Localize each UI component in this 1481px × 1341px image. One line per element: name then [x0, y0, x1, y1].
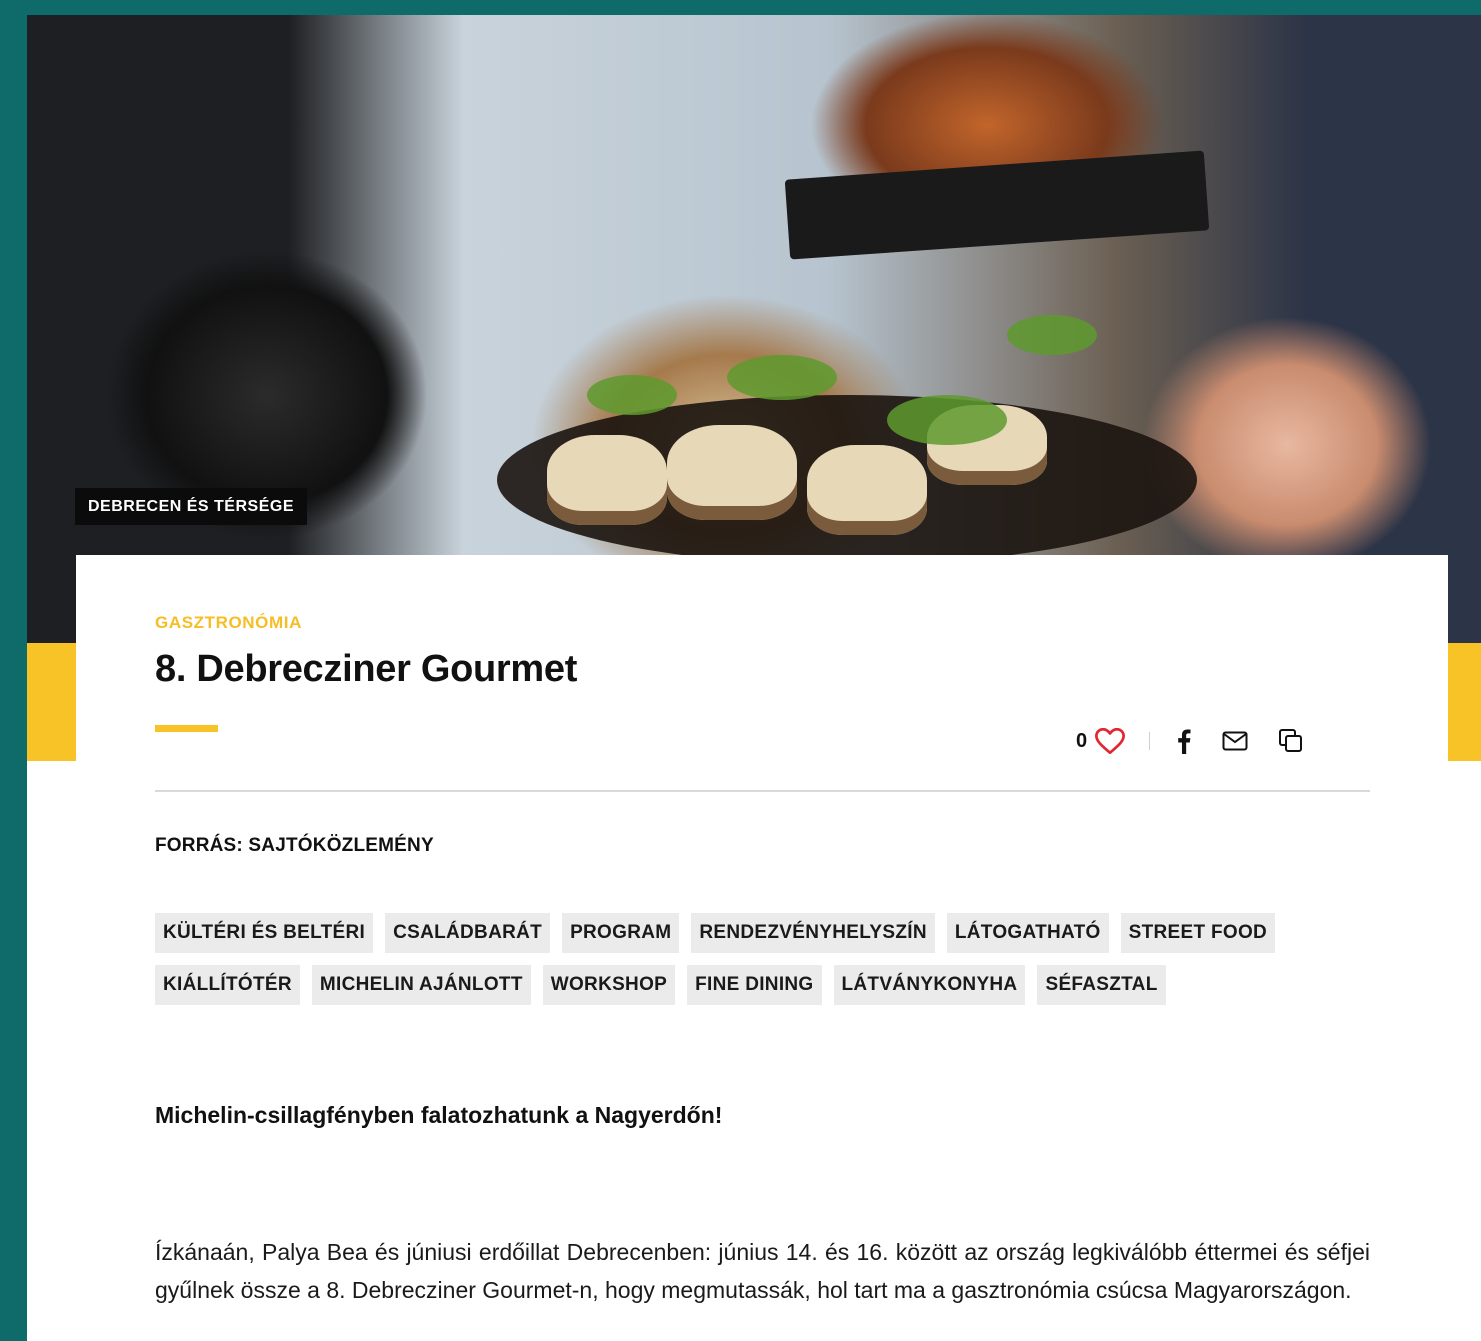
- action-separator: [1149, 732, 1151, 750]
- article-lead: Michelin-csillagfényben falatozhatunk a …: [155, 1102, 723, 1128]
- greens-shape: [1007, 315, 1097, 355]
- title-underline: [155, 725, 218, 732]
- tag-chip[interactable]: STREET FOOD: [1120, 913, 1276, 953]
- tag-chip[interactable]: LÁTVÁNYKONYHA: [833, 965, 1026, 1005]
- food-roll-shape: [667, 425, 797, 520]
- tag-chip[interactable]: CSALÁDBARÁT: [385, 913, 551, 953]
- greens-shape: [587, 375, 677, 415]
- tag-chip[interactable]: SÉFASZTAL: [1037, 965, 1166, 1005]
- serving-tray-shape: [784, 150, 1210, 260]
- page-title: 8. Debrecziner Gourmet: [155, 648, 578, 690]
- article-category[interactable]: GASZTRONÓMIA: [155, 613, 1370, 633]
- article-body: Ízkánaán, Palya Bea és júniusi erdőillat…: [155, 1239, 1370, 1303]
- tag-chip[interactable]: KÜLTÉRI ÉS BELTÉRI: [155, 913, 374, 953]
- section-divider: [155, 790, 1370, 792]
- article-page: DEBRECEN ÉS TÉRSÉGE GASZTRONÓMIA 8. Debr…: [27, 15, 1481, 1341]
- tag-list: KÜLTÉRI ÉS BELTÉRI CSALÁDBARÁT PROGRAM R…: [155, 913, 1370, 1005]
- heart-icon[interactable]: [1095, 728, 1126, 754]
- tag-chip[interactable]: FINE DINING: [687, 965, 822, 1005]
- tag-chip[interactable]: LÁTOGATHATÓ: [946, 913, 1109, 953]
- accent-band-right: [1448, 643, 1481, 761]
- facebook-icon[interactable]: [1176, 728, 1192, 754]
- tag-chip[interactable]: MICHELIN AJÁNLOTT: [311, 965, 531, 1005]
- like-count: 0: [1076, 729, 1088, 752]
- greens-shape: [887, 395, 1007, 445]
- food-roll-shape: [807, 445, 927, 535]
- mail-icon[interactable]: [1222, 731, 1248, 751]
- tag-chip[interactable]: KIÁLLÍTÓTÉR: [155, 965, 300, 1005]
- share-actions: 0: [1076, 723, 1304, 759]
- article-source: FORRÁS: SAJTÓKÖZLEMÉNY: [155, 835, 434, 856]
- accent-band-left: [27, 643, 76, 761]
- region-badge[interactable]: DEBRECEN ÉS TÉRSÉGE: [75, 488, 307, 525]
- food-roll-shape: [547, 435, 667, 525]
- hero-image: [27, 15, 1481, 643]
- article-card: GASZTRONÓMIA 8. Debrecziner Gourmet 0 FO…: [76, 555, 1448, 1341]
- tag-chip[interactable]: WORKSHOP: [542, 965, 676, 1005]
- tag-chip[interactable]: RENDEZVÉNYHELYSZÍN: [691, 913, 935, 953]
- greens-shape: [727, 355, 837, 400]
- tag-chip[interactable]: PROGRAM: [562, 913, 680, 953]
- copy-icon[interactable]: [1278, 728, 1304, 754]
